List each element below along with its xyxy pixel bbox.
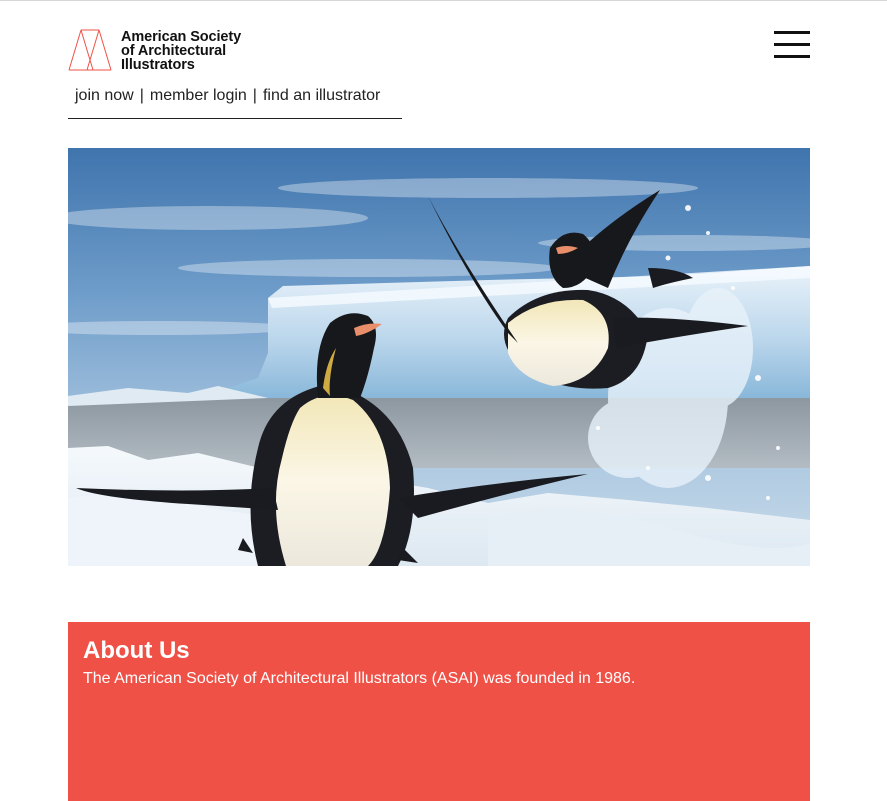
about-us-section: About Us The American Society of Archite… [68, 622, 810, 801]
menu-bar-middle [774, 43, 810, 46]
site-name-line-1: American Society [121, 29, 242, 45]
site-name-line-2: of Architectural [121, 43, 227, 59]
about-us-text: The American Society of Architectural Il… [83, 670, 636, 687]
hamburger-menu-icon[interactable] [774, 31, 810, 59]
menu-bar-top [774, 31, 810, 34]
nav-separator: | [139, 87, 144, 104]
nav-separator: | [252, 87, 257, 104]
member-login-link[interactable]: member login [150, 87, 247, 104]
menu-bar-bottom [774, 55, 810, 58]
site-name-line-3: Illustrators [121, 57, 195, 73]
join-now-link[interactable]: join now [75, 87, 134, 104]
find-illustrator-link[interactable]: find an illustrator [263, 87, 380, 104]
top-nav: join now | member login | find an illustrato… [68, 87, 402, 119]
asai-logo-mark-icon [68, 29, 112, 71]
about-us-heading: About Us [83, 637, 190, 664]
site-logo-link[interactable]: American Society of Architectural Illust… [68, 29, 241, 72]
site-name: American Society of Architectural Illust… [121, 29, 242, 73]
hero-image [68, 148, 810, 566]
